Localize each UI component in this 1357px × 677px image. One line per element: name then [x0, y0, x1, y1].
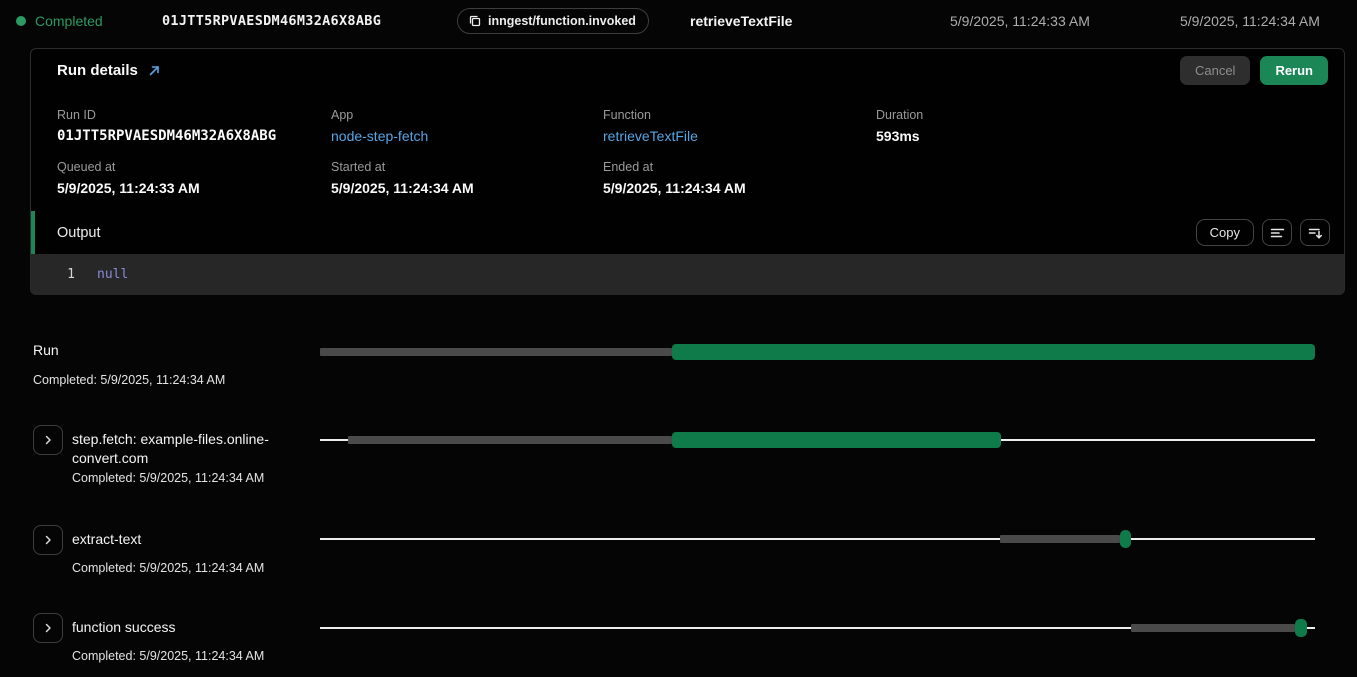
trace-title: step.fetch: example-files.online-convert…	[72, 430, 334, 468]
event-badge[interactable]: inngest/function.invoked	[457, 8, 649, 34]
trace-row-extract-text: extract-text Completed: 5/9/2025, 11:24:…	[33, 525, 334, 575]
trace-row-function-success: function success Completed: 5/9/2025, 11…	[33, 613, 334, 663]
field-label: Queued at	[57, 160, 200, 175]
trace-completed-time: Completed: 5/9/2025, 11:24:34 AM	[72, 561, 334, 575]
event-icon	[468, 14, 482, 28]
field-function: Function retrieveTextFile	[603, 108, 698, 145]
trace-bar-function-success	[320, 619, 1315, 637]
word-wrap-icon[interactable]	[1262, 219, 1292, 246]
field-label: Ended at	[603, 160, 746, 175]
bar-track	[320, 538, 1315, 540]
top-bar: Completed 01JTT5RPVAESDM46M32A6X8ABG inn…	[0, 0, 1357, 42]
field-duration: Duration 593ms	[876, 108, 923, 145]
trace-completed-time: Completed: 5/9/2025, 11:24:34 AM	[33, 373, 295, 387]
bar-running-segment	[672, 432, 1000, 448]
field-value: 5/9/2025, 11:24:34 AM	[603, 179, 746, 197]
trace-row-step-fetch: step.fetch: example-files.online-convert…	[33, 425, 334, 485]
trace-completed-time: Completed: 5/9/2025, 11:24:34 AM	[72, 471, 334, 485]
bar-queued-segment	[1000, 535, 1120, 543]
output-header: Output Copy	[31, 211, 1344, 254]
expand-step-button[interactable]	[33, 425, 63, 455]
bar-running-segment	[672, 344, 1315, 360]
expand-step-button[interactable]	[33, 613, 63, 643]
top-started-time: 5/9/2025, 11:24:34 AM	[1180, 0, 1320, 42]
status-label: Completed	[35, 13, 103, 29]
output-accent-bar	[31, 211, 35, 254]
field-run-id: Run ID 01JTT5RPVAESDM46M32A6X8ABG	[57, 108, 276, 145]
output-value: null	[97, 267, 128, 282]
trace-row-run: Run Completed: 5/9/2025, 11:24:34 AM	[33, 341, 295, 387]
field-value: 01JTT5RPVAESDM46M32A6X8ABG	[57, 127, 276, 145]
field-label: Run ID	[57, 108, 276, 123]
top-queued-time: 5/9/2025, 11:24:33 AM	[950, 0, 1090, 42]
cancel-button[interactable]: Cancel	[1180, 56, 1250, 85]
field-value: 5/9/2025, 11:24:33 AM	[57, 179, 200, 197]
field-label: App	[331, 108, 428, 123]
trace-bar-extract-text	[320, 530, 1315, 548]
top-function-name: retrieveTextFile	[690, 0, 792, 42]
output-title: Output	[57, 225, 101, 241]
expand-step-button[interactable]	[33, 525, 63, 555]
top-run-id: 01JTT5RPVAESDM46M32A6X8ABG	[162, 0, 381, 42]
rerun-button[interactable]: Rerun	[1260, 56, 1328, 85]
line-number: 1	[31, 267, 75, 282]
panel-title: Run details	[57, 62, 138, 79]
app-link[interactable]: node-step-fetch	[331, 127, 428, 145]
output-code-block: 1 null	[31, 254, 1344, 295]
trace-title: function success	[72, 618, 334, 637]
function-link[interactable]: retrieveTextFile	[603, 127, 698, 145]
panel-header: Run details Cancel Rerun	[31, 49, 1344, 91]
field-label: Started at	[331, 160, 474, 175]
bar-queued-segment	[1131, 624, 1295, 632]
trace-bar-step-fetch	[320, 431, 1315, 449]
run-status: Completed	[16, 0, 103, 42]
bar-running-segment	[1120, 530, 1131, 548]
trace-completed-time: Completed: 5/9/2025, 11:24:34 AM	[72, 649, 334, 663]
bar-running-segment	[1295, 619, 1306, 637]
scroll-to-bottom-icon[interactable]	[1300, 219, 1330, 246]
run-details-page: Completed 01JTT5RPVAESDM46M32A6X8ABG inn…	[0, 0, 1357, 677]
field-started-at: Started at 5/9/2025, 11:24:34 AM	[331, 160, 474, 197]
field-label: Function	[603, 108, 698, 123]
field-label: Duration	[876, 108, 923, 123]
field-queued-at: Queued at 5/9/2025, 11:24:33 AM	[57, 160, 200, 197]
copy-button[interactable]: Copy	[1196, 219, 1254, 246]
trace-title: extract-text	[72, 530, 334, 549]
bar-queued-segment	[320, 348, 672, 356]
field-ended-at: Ended at 5/9/2025, 11:24:34 AM	[603, 160, 746, 197]
field-app: App node-step-fetch	[331, 108, 428, 145]
trace-bar-run	[320, 343, 1315, 361]
event-badge-label: inngest/function.invoked	[488, 14, 636, 28]
status-dot-icon	[16, 16, 26, 26]
bar-queued-segment	[348, 436, 672, 444]
field-value: 5/9/2025, 11:24:34 AM	[331, 179, 474, 197]
run-details-panel: Run details Cancel Rerun Run ID 01JTT5RP…	[30, 48, 1345, 295]
external-link-icon[interactable]	[148, 64, 161, 77]
trace-title: Run	[33, 341, 295, 360]
field-value: 593ms	[876, 127, 923, 145]
